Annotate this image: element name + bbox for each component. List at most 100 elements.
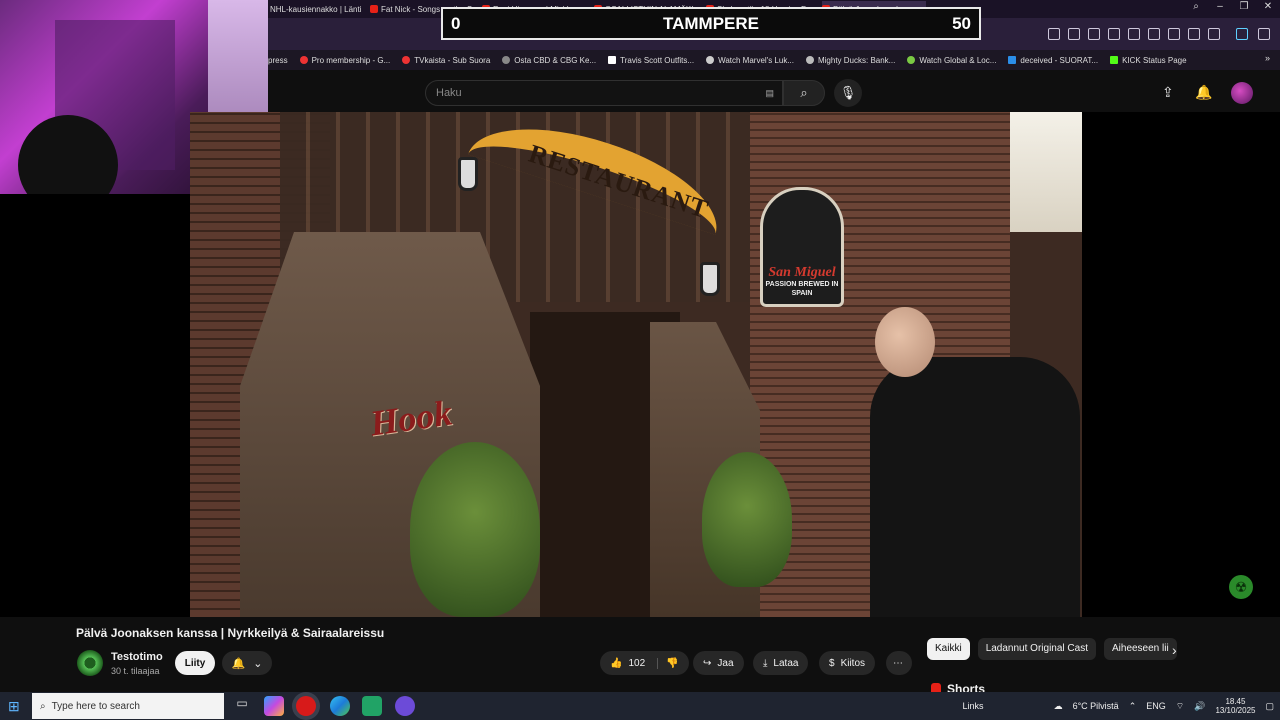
clock-date: 13/10/2025: [1215, 706, 1256, 715]
play-icon[interactable]: [1128, 28, 1140, 40]
more-icon: ⋯: [893, 657, 903, 669]
radiation-icon[interactable]: ☢: [1229, 575, 1253, 599]
bookmark-label: Mighty Ducks: Bank...: [817, 55, 896, 65]
bookmark-label: KICK Status Page: [1122, 55, 1187, 65]
youtube-icon: [370, 5, 378, 13]
san-miguel-label: San Miguel: [768, 265, 836, 281]
shield-icon[interactable]: [1088, 28, 1100, 40]
tab[interactable]: NHL-kausiennakko | Länti: [270, 1, 368, 17]
bookmark[interactable]: Osta CBD & CBG Ke...: [502, 56, 596, 65]
search-tabs-icon[interactable]: ⌕: [1184, 1, 1208, 12]
minimize-icon[interactable]: –: [1208, 1, 1232, 12]
download-icon[interactable]: [1168, 28, 1180, 40]
thumbs-down-icon[interactable]: 👎: [657, 657, 679, 669]
download-button[interactable]: ⤓ Lataa: [753, 651, 809, 675]
camera-icon[interactable]: [1068, 28, 1080, 40]
copilot-icon[interactable]: [264, 696, 284, 716]
san-miguel-subtitle: PASSION BREWED IN SPAIN: [765, 281, 839, 297]
video-player[interactable]: RESTAURANT Hook San Miguel PASSION BREWE…: [190, 112, 1082, 617]
page-icon: [608, 56, 617, 64]
mic-icon: 🎙: [839, 85, 857, 100]
taskbar-search-placeholder: Type here to search: [51, 700, 140, 712]
opera-icon[interactable]: [296, 696, 316, 716]
like-button[interactable]: 👍 102 👎: [600, 651, 689, 675]
bird-icon: [805, 56, 814, 64]
bookmark[interactable]: Watch Marvel's Luk...: [706, 56, 794, 65]
bookmark-label: Watch Marvel's Luk...: [718, 55, 794, 65]
chevron-up-icon[interactable]: ⌃: [1129, 701, 1137, 712]
video-bush: [410, 442, 540, 617]
search-icon: ⌕: [800, 85, 808, 100]
chip-uploaded-by[interactable]: Ladannut Original Cast: [977, 638, 1096, 660]
windows-taskbar: ⊞ ⌕ Type here to search ▭ Links ☁ 6°C Pil…: [0, 692, 1280, 720]
taskbar-search[interactable]: ⌕ Type here to search: [32, 693, 224, 719]
task-view-icon[interactable]: ▭: [232, 696, 252, 716]
ai-icon[interactable]: [1236, 28, 1248, 40]
youtube-header: Haku ▤ ⌕ 🎙 ⇪ 🔔: [268, 78, 1280, 108]
heart-icon[interactable]: [1148, 28, 1160, 40]
link-icon: [706, 56, 715, 64]
menu-icon[interactable]: [1188, 28, 1200, 40]
bookmark-label: press: [268, 55, 288, 65]
tab-label: NHL-kausiennakko | Länti: [270, 4, 362, 14]
spreadsheet-icon[interactable]: [362, 696, 382, 716]
language-indicator[interactable]: ENG: [1146, 701, 1166, 711]
links-toolbar[interactable]: Links: [963, 701, 984, 711]
settings-icon[interactable]: [1258, 28, 1270, 40]
search-input[interactable]: Haku ▤: [425, 80, 783, 106]
close-icon[interactable]: ✕: [1256, 1, 1280, 12]
score-left: 0: [451, 13, 461, 33]
edit-icon[interactable]: [1048, 28, 1060, 40]
bookmarks-overflow-icon[interactable]: »: [1265, 53, 1270, 63]
score-team: TAMMPERE: [662, 13, 759, 33]
lock-icon[interactable]: [1208, 28, 1220, 40]
system-tray: Links ☁ 6°C Pilvistä ⌃ ENG ⌔ 🔊 18.45 13/1…: [963, 692, 1274, 720]
share-icon: ↪: [703, 657, 712, 669]
chevron-right-icon[interactable]: ›: [1172, 642, 1177, 658]
thanks-label: Kiitos: [840, 657, 866, 669]
weather-text[interactable]: 6°C Pilvistä: [1073, 701, 1119, 711]
obs-icon[interactable]: [395, 696, 415, 716]
share-button[interactable]: ↪ Jaa: [693, 651, 744, 675]
bookmark[interactable]: Mighty Ducks: Bank...: [805, 55, 896, 65]
thanks-button[interactable]: $ Kiitos: [819, 651, 876, 675]
keyboard-icon[interactable]: ▤: [765, 88, 774, 99]
avatar[interactable]: [1231, 82, 1253, 104]
search-button[interactable]: ⌕: [783, 80, 825, 106]
chip-all[interactable]: Kaikki: [927, 638, 970, 660]
bell-icon[interactable]: 🔔: [1195, 84, 1212, 101]
restore-icon[interactable]: ❐: [1232, 1, 1256, 12]
notification-icon[interactable]: ▢: [1265, 701, 1274, 712]
folder-icon: [1008, 56, 1017, 64]
subscriber-count: 30 t. tilaajaa: [111, 666, 160, 676]
bookmark[interactable]: KICK Status Page: [1110, 55, 1187, 65]
windows-start-icon[interactable]: ⊞: [8, 698, 20, 715]
channel-avatar[interactable]: [77, 650, 103, 676]
bookmark[interactable]: Travis Scott Outfits...: [608, 56, 694, 65]
bookmark[interactable]: TVkaista - Sub Suora: [402, 56, 490, 65]
search-icon: ⌕: [40, 700, 46, 712]
edge-icon[interactable]: [330, 696, 350, 716]
bookmark[interactable]: press: [268, 56, 288, 65]
mic-button[interactable]: 🎙: [834, 79, 862, 107]
video-person-head: [875, 307, 935, 377]
upload-icon[interactable]: ⇪: [1162, 84, 1174, 101]
score-right: 50: [952, 13, 971, 33]
search-placeholder: Haku: [436, 87, 462, 99]
extension-icon[interactable]: [1108, 28, 1120, 40]
pin-icon: [299, 56, 308, 64]
join-button[interactable]: Liity: [175, 651, 215, 675]
subscribe-bell-button[interactable]: 🔔 ⌄: [222, 651, 272, 675]
share-label: Jaa: [717, 657, 734, 669]
bookmark[interactable]: deceived - SUORAT...: [1008, 56, 1098, 65]
bookmark[interactable]: Watch Global & Loc...: [907, 56, 996, 65]
volume-icon[interactable]: 🔊: [1194, 701, 1205, 712]
more-actions-button[interactable]: ⋯: [886, 651, 912, 675]
clock-time: 18.45: [1225, 696, 1246, 706]
channel-name[interactable]: Testotimo: [111, 651, 163, 663]
network-icon[interactable]: ⌔: [1176, 701, 1184, 712]
video-person-body: [870, 357, 1080, 617]
bookmark[interactable]: Pro membership - G...: [299, 56, 390, 65]
chip-related[interactable]: Aiheeseen lii: [1103, 638, 1177, 660]
clock[interactable]: 18.45 13/10/2025: [1215, 697, 1255, 715]
